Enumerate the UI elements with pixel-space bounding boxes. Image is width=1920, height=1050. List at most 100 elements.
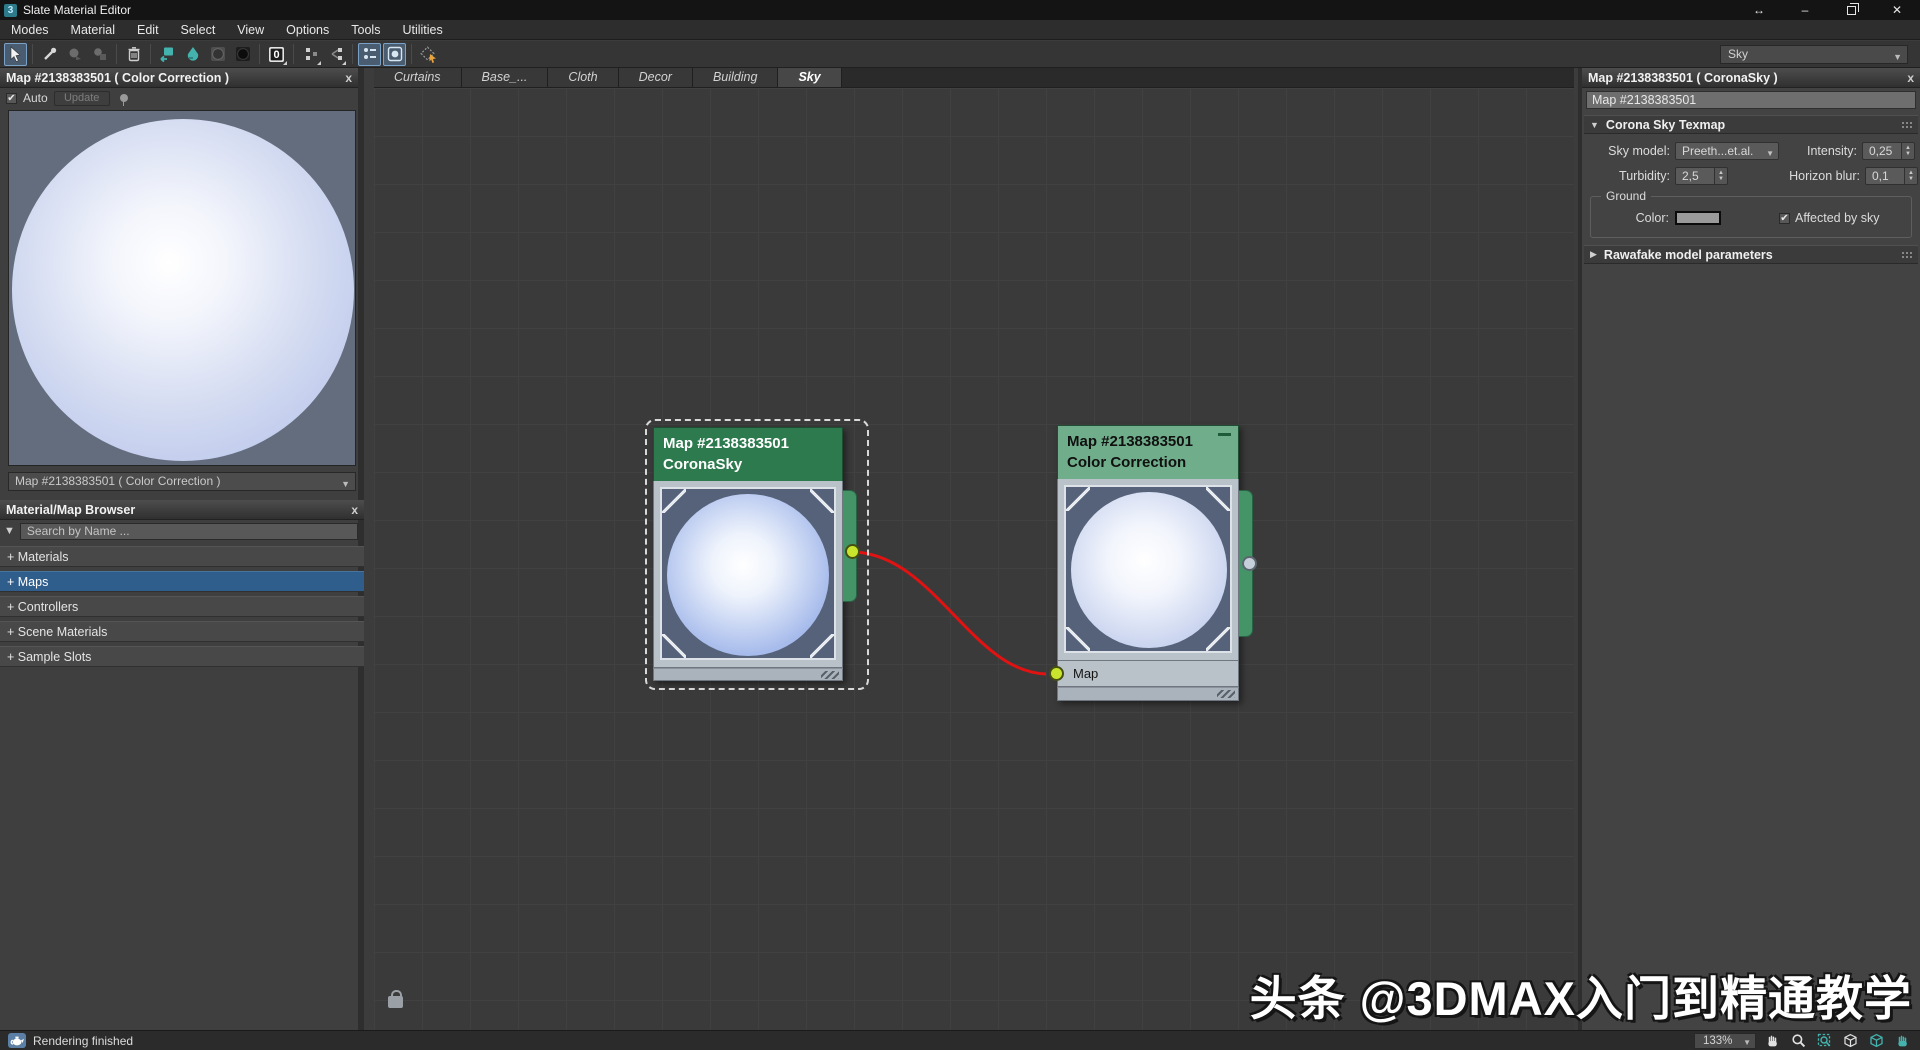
menu-material[interactable]: Material xyxy=(60,20,126,40)
node-canvas[interactable]: Map #2138383501 CoronaSky Map xyxy=(374,88,1574,1030)
tab-sky[interactable]: Sky xyxy=(778,68,841,87)
close-button[interactable]: ✕ xyxy=(1874,0,1920,20)
resize-grip-icon[interactable] xyxy=(821,671,839,679)
zoom-tool-button[interactable] xyxy=(1788,1033,1808,1049)
show-realistic-material-in-viewport-button[interactable] xyxy=(181,43,204,66)
navigator-map-selector[interactable]: Map #2138383501 ( Color Correction ) ▼ xyxy=(8,472,356,491)
category-controllers[interactable]: + Controllers xyxy=(0,596,364,617)
material-id-channel-button[interactable]: 0 xyxy=(265,43,288,66)
params-close-icon[interactable]: x xyxy=(1907,72,1914,84)
category-sample-slots[interactable]: + Sample Slots xyxy=(0,646,364,667)
tab-curtains[interactable]: Curtains xyxy=(374,68,462,87)
affected-by-sky-checkbox[interactable]: ✔ xyxy=(1779,213,1790,224)
spinner-arrows-icon[interactable]: ▲▼ xyxy=(1905,167,1918,185)
node-color-correction[interactable]: Map #2138383501 Color Correction Map xyxy=(1057,425,1239,701)
active-view-selector[interactable]: Sky ▼ xyxy=(1720,45,1908,64)
spinner-arrows-icon[interactable]: ▲▼ xyxy=(1715,167,1728,185)
lock-icon[interactable] xyxy=(388,996,403,1008)
horizon-blur-spinner[interactable]: 0,1 ▲▼ xyxy=(1865,167,1918,185)
menu-options[interactable]: Options xyxy=(275,20,340,40)
status-bar: Rendering finished 133% ▼ xyxy=(0,1030,1920,1050)
parameter-grid-icon xyxy=(387,46,403,62)
zoom-extents-selected-button[interactable] xyxy=(1866,1033,1886,1049)
auto-checkbox[interactable]: ✔ xyxy=(6,93,17,104)
thumb-corner-mark xyxy=(810,489,834,513)
pan-view-button[interactable] xyxy=(1762,1033,1782,1049)
navigator-close-icon[interactable]: x xyxy=(345,72,352,84)
node-coronasky-header[interactable]: Map #2138383501 CoronaSky xyxy=(653,427,843,481)
tab-decor[interactable]: Decor xyxy=(619,68,693,87)
rollout-grip-icon xyxy=(1901,121,1912,128)
svg-text:0: 0 xyxy=(273,49,279,61)
toolbar-separator xyxy=(116,44,117,64)
node-coronasky[interactable]: Map #2138383501 CoronaSky xyxy=(653,427,843,681)
rollout-corona-sky-texmap[interactable]: ▼ Corona Sky Texmap xyxy=(1584,115,1918,134)
spinner-arrows-icon[interactable]: ▲▼ xyxy=(1902,142,1915,160)
restore-button[interactable] xyxy=(1828,0,1874,20)
ground-color-swatch[interactable] xyxy=(1675,211,1721,225)
menu-modes[interactable]: Modes xyxy=(0,20,60,40)
node-color-correction-header[interactable]: Map #2138383501 Color Correction xyxy=(1057,425,1239,479)
turbidity-spinner[interactable]: 2,5 ▲▼ xyxy=(1675,167,1728,185)
tab-base[interactable]: Base_... xyxy=(462,68,549,87)
menu-select[interactable]: Select xyxy=(170,20,227,40)
node-cc-map-input-socket[interactable] xyxy=(1049,666,1064,681)
toolbar-separator xyxy=(293,44,294,64)
browser-options-icon[interactable]: ▼ xyxy=(4,525,15,537)
menu-utilities[interactable]: Utilities xyxy=(391,20,453,40)
node-coronasky-output-socket[interactable] xyxy=(845,544,860,559)
thumb-corner-mark xyxy=(1206,487,1230,511)
turbidity-value: 2,5 xyxy=(1675,167,1715,185)
material-map-browser-toggle[interactable] xyxy=(358,43,381,66)
put-material-to-scene-button[interactable] xyxy=(63,43,86,66)
auto-label: Auto xyxy=(23,91,48,105)
browser-close-icon[interactable]: x xyxy=(351,504,358,516)
pan-to-selected-button[interactable] xyxy=(1892,1033,1912,1049)
intensity-spinner[interactable]: 0,25 ▲▼ xyxy=(1862,142,1915,160)
menu-view[interactable]: View xyxy=(226,20,275,40)
delete-selected-button[interactable] xyxy=(122,43,145,66)
browser-search-row: ▼ xyxy=(0,520,364,542)
category-materials[interactable]: + Materials xyxy=(0,546,364,567)
navigator-header: Map #2138383501 ( Color Correction ) x xyxy=(0,68,358,88)
select-tool-button[interactable] xyxy=(4,43,27,66)
window-title: Slate Material Editor xyxy=(23,3,131,17)
layout-all-vertical-button[interactable] xyxy=(299,43,322,66)
node-cc-body xyxy=(1057,479,1239,661)
zoom-level-dropdown[interactable]: 133% ▼ xyxy=(1694,1033,1756,1049)
search-input[interactable] xyxy=(20,523,358,540)
zoom-extents-button[interactable] xyxy=(1840,1033,1860,1049)
assign-material-to-selection-button[interactable] xyxy=(88,43,111,66)
active-view-value: Sky xyxy=(1728,47,1748,61)
category-maps[interactable]: + Maps xyxy=(0,571,364,592)
zoom-region-button[interactable] xyxy=(1814,1033,1834,1049)
map-name-field[interactable] xyxy=(1586,91,1916,109)
tab-building[interactable]: Building xyxy=(693,68,778,87)
menu-edit[interactable]: Edit xyxy=(126,20,170,40)
resize-window-button[interactable]: ↔ xyxy=(1736,0,1782,20)
show-background-button[interactable] xyxy=(206,43,229,66)
show-shaded-material-in-viewport-button[interactable] xyxy=(156,43,179,66)
sky-model-dropdown[interactable]: Preeth...et.al. ▼ xyxy=(1675,142,1779,160)
update-button[interactable]: Update xyxy=(54,91,110,106)
category-scene-materials[interactable]: + Scene Materials xyxy=(0,621,364,642)
node-view: Curtains Base_... Cloth Decor Building S… xyxy=(374,68,1574,1030)
node-cc-footer xyxy=(1057,687,1239,701)
show-background-dark-button[interactable] xyxy=(231,43,254,66)
node-cc-output-socket[interactable] xyxy=(1242,556,1257,571)
intensity-value: 0,25 xyxy=(1862,142,1902,160)
resize-grip-icon[interactable] xyxy=(1217,690,1235,698)
node-cc-map-slot[interactable]: Map xyxy=(1057,661,1239,687)
node-minimize-icon[interactable] xyxy=(1218,433,1231,436)
tab-cloth[interactable]: Cloth xyxy=(548,68,618,87)
rollout-rawafake[interactable]: ▶ Rawafake model parameters xyxy=(1584,245,1918,264)
parameter-editor-toggle[interactable] xyxy=(383,43,406,66)
browser-list-icon xyxy=(362,46,378,62)
pin-icon[interactable] xyxy=(120,94,128,102)
pick-material-from-object-button[interactable] xyxy=(38,43,61,66)
pan-zoom-tool-button[interactable] xyxy=(417,43,440,66)
menu-tools[interactable]: Tools xyxy=(340,20,391,40)
layout-children-button[interactable] xyxy=(324,43,347,66)
minimize-button[interactable]: – xyxy=(1782,0,1828,20)
toolbar-separator xyxy=(259,44,260,64)
